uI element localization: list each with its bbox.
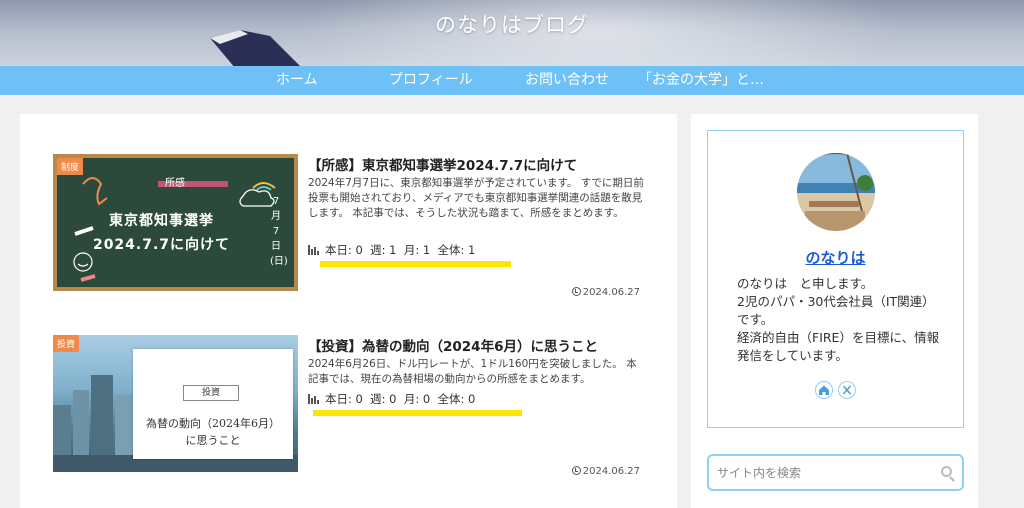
bio-line: のなりは と申します。 [737, 276, 874, 291]
category-badge[interactable]: 制度 [57, 158, 84, 175]
thumb-tag: 所感 [165, 178, 185, 189]
x-icon[interactable] [838, 381, 856, 399]
post-date: 2024.06.27 [571, 466, 640, 477]
highlight-marker [313, 410, 522, 416]
post-card[interactable]: 投資 為替の動向（2024年6月） に思うこと 投資 【投資】為替の動向（202… [20, 335, 677, 495]
thumb-tag: 投資 [183, 385, 239, 401]
author-bio: のなりは と申します。 2児のパパ・30代会社員（IT関連）です。 経済的自由（… [737, 275, 942, 365]
post-date-text: 2024.06.27 [582, 466, 640, 477]
post-title[interactable]: 【所感】東京都知事選挙2024.7.7に向けて [308, 154, 648, 174]
view-stats-text: 本日: 0 週: 0 月: 0 全体: 0 [325, 392, 476, 406]
search-input[interactable] [717, 464, 927, 482]
sidebar: のなりは のなりは と申します。 2児のパパ・30代会社員（IT関連）です。 経… [691, 114, 978, 508]
thumb-line1: 為替の動向（2024年6月） [146, 417, 280, 430]
avatar[interactable] [797, 153, 875, 231]
nav-item-contact[interactable]: お問い合わせ [525, 66, 609, 95]
category-badge[interactable]: 投資 [53, 335, 80, 352]
nav-item-okane-daigaku[interactable]: 「お金の大学」と… [638, 66, 764, 95]
chart-bar-icon [308, 245, 320, 255]
thumb-line2: 2024.7.7に向けて [92, 237, 231, 253]
post-list: 所感 東京都知事選挙 2024.7.7に向けて 7 月 7 日 (日) 制度 【… [20, 114, 677, 508]
clock-icon [571, 287, 581, 296]
post-excerpt: 2024年7月7日に、東京都知事選挙が予定されています。 すでに期日前投票も開始… [308, 177, 644, 219]
nav-item-home[interactable]: ホーム [276, 66, 318, 95]
bio-line: 2児のパパ・30代会社員（IT関連）です。 [737, 294, 935, 327]
view-stats: 本日: 0 週: 0 月: 0 全体: 0 [308, 391, 475, 407]
site-header: のなりはブログ [0, 0, 1024, 66]
bio-line: 経済的自由（FIRE）を目標に、情報発信をしています。 [737, 330, 940, 363]
thumb-line1: 東京都知事選挙 [109, 213, 214, 229]
avatar-image [797, 153, 875, 231]
thumb-side-date: 7 月 7 日 (日) [270, 196, 288, 267]
post-thumbnail[interactable]: 所感 東京都知事選挙 2024.7.7に向けて 7 月 7 日 (日) 制度 [53, 154, 298, 291]
chalkboard-illustration: 所感 東京都知事選挙 2024.7.7に向けて 7 月 7 日 (日) [57, 158, 294, 287]
post-date-text: 2024.06.27 [582, 287, 640, 298]
thumb-card: 投資 為替の動向（2024年6月） に思うこと [133, 349, 293, 459]
post-title[interactable]: 【投資】為替の動向（2024年6月）に思うこと [308, 335, 648, 355]
post-thumbnail[interactable]: 投資 為替の動向（2024年6月） に思うこと 投資 [53, 335, 298, 472]
post-excerpt: 2024年6月26日、ドル円レートが、1ドル160円を突破しました。 本記事では… [308, 358, 637, 385]
post-card[interactable]: 所感 東京都知事選挙 2024.7.7に向けて 7 月 7 日 (日) 制度 【… [20, 152, 677, 312]
site-title[interactable]: のなりはブログ [0, 9, 1024, 39]
home-icon[interactable] [815, 381, 833, 399]
view-stats: 本日: 0 週: 1 月: 1 全体: 1 [308, 242, 475, 258]
nav-item-profile[interactable]: プロフィール [389, 66, 473, 95]
post-date: 2024.06.27 [571, 287, 640, 298]
highlight-marker [320, 261, 511, 267]
global-nav: ホーム プロフィール お問い合わせ 「お金の大学」と… [0, 66, 1024, 95]
view-stats-text: 本日: 0 週: 1 月: 1 全体: 1 [325, 243, 476, 257]
profile-widget: のなりは のなりは と申します。 2児のパパ・30代会社員（IT関連）です。 経… [707, 130, 964, 428]
search-icon[interactable] [941, 466, 952, 477]
author-name-link[interactable]: のなりは [708, 247, 963, 268]
site-search[interactable] [707, 454, 964, 491]
clock-icon [571, 466, 581, 475]
thumb-line2: に思うこと [185, 434, 241, 447]
chart-bar-icon [308, 394, 320, 404]
